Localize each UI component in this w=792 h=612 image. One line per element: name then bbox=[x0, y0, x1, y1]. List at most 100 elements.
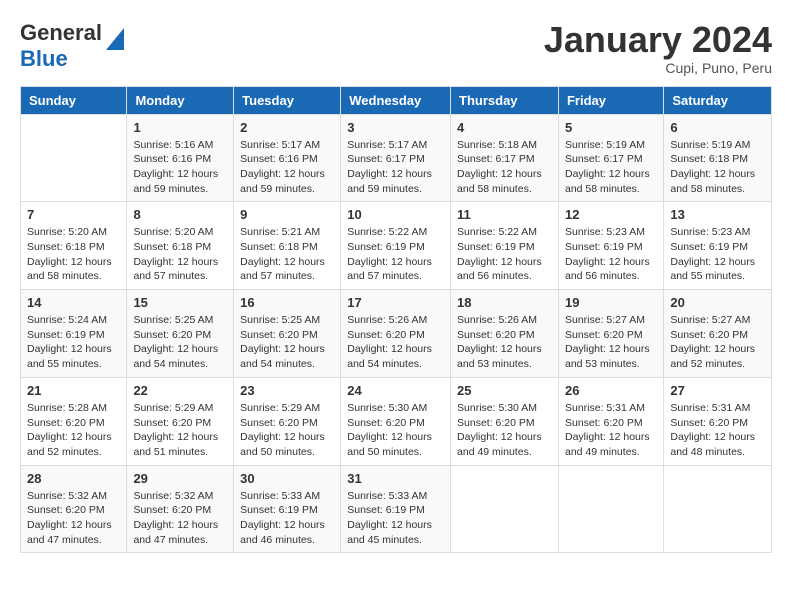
day-info: Sunrise: 5:24 AMSunset: 6:19 PMDaylight:… bbox=[27, 314, 112, 370]
day-info: Sunrise: 5:33 AMSunset: 6:19 PMDaylight:… bbox=[240, 490, 325, 546]
day-number: 7 bbox=[27, 207, 120, 222]
day-number: 19 bbox=[565, 295, 657, 310]
header-day-sunday: Sunday bbox=[21, 86, 127, 114]
calendar-cell: 6 Sunrise: 5:19 AMSunset: 6:18 PMDayligh… bbox=[664, 114, 772, 202]
day-number: 8 bbox=[133, 207, 227, 222]
logo-general: General bbox=[20, 20, 102, 45]
header-day-friday: Friday bbox=[558, 86, 663, 114]
calendar-cell: 22 Sunrise: 5:29 AMSunset: 6:20 PMDaylig… bbox=[127, 377, 234, 465]
day-info: Sunrise: 5:23 AMSunset: 6:19 PMDaylight:… bbox=[670, 226, 755, 282]
day-number: 28 bbox=[27, 471, 120, 486]
calendar-cell: 14 Sunrise: 5:24 AMSunset: 6:19 PMDaylig… bbox=[21, 290, 127, 378]
calendar-cell: 10 Sunrise: 5:22 AMSunset: 6:19 PMDaylig… bbox=[341, 202, 451, 290]
day-info: Sunrise: 5:32 AMSunset: 6:20 PMDaylight:… bbox=[133, 490, 218, 546]
day-info: Sunrise: 5:25 AMSunset: 6:20 PMDaylight:… bbox=[240, 314, 325, 370]
calendar-cell: 2 Sunrise: 5:17 AMSunset: 6:16 PMDayligh… bbox=[234, 114, 341, 202]
calendar-cell: 25 Sunrise: 5:30 AMSunset: 6:20 PMDaylig… bbox=[451, 377, 559, 465]
week-row-2: 7 Sunrise: 5:20 AMSunset: 6:18 PMDayligh… bbox=[21, 202, 772, 290]
day-number: 22 bbox=[133, 383, 227, 398]
calendar-cell: 27 Sunrise: 5:31 AMSunset: 6:20 PMDaylig… bbox=[664, 377, 772, 465]
calendar-cell: 1 Sunrise: 5:16 AMSunset: 6:16 PMDayligh… bbox=[127, 114, 234, 202]
calendar-cell: 9 Sunrise: 5:21 AMSunset: 6:18 PMDayligh… bbox=[234, 202, 341, 290]
day-number: 10 bbox=[347, 207, 444, 222]
calendar-cell: 12 Sunrise: 5:23 AMSunset: 6:19 PMDaylig… bbox=[558, 202, 663, 290]
calendar-cell: 13 Sunrise: 5:23 AMSunset: 6:19 PMDaylig… bbox=[664, 202, 772, 290]
day-number: 26 bbox=[565, 383, 657, 398]
day-number: 4 bbox=[457, 120, 552, 135]
day-info: Sunrise: 5:16 AMSunset: 6:16 PMDaylight:… bbox=[133, 139, 218, 195]
logo-icon bbox=[106, 28, 124, 50]
calendar-cell: 3 Sunrise: 5:17 AMSunset: 6:17 PMDayligh… bbox=[341, 114, 451, 202]
week-row-5: 28 Sunrise: 5:32 AMSunset: 6:20 PMDaylig… bbox=[21, 465, 772, 553]
header-day-wednesday: Wednesday bbox=[341, 86, 451, 114]
calendar-cell: 31 Sunrise: 5:33 AMSunset: 6:19 PMDaylig… bbox=[341, 465, 451, 553]
calendar-cell: 16 Sunrise: 5:25 AMSunset: 6:20 PMDaylig… bbox=[234, 290, 341, 378]
calendar-cell: 7 Sunrise: 5:20 AMSunset: 6:18 PMDayligh… bbox=[21, 202, 127, 290]
title-area: January 2024 Cupi, Puno, Peru bbox=[544, 20, 772, 76]
calendar-cell: 21 Sunrise: 5:28 AMSunset: 6:20 PMDaylig… bbox=[21, 377, 127, 465]
calendar-cell: 28 Sunrise: 5:32 AMSunset: 6:20 PMDaylig… bbox=[21, 465, 127, 553]
day-number: 29 bbox=[133, 471, 227, 486]
day-info: Sunrise: 5:17 AMSunset: 6:16 PMDaylight:… bbox=[240, 139, 325, 195]
day-info: Sunrise: 5:30 AMSunset: 6:20 PMDaylight:… bbox=[457, 402, 542, 458]
calendar-cell bbox=[21, 114, 127, 202]
header-day-monday: Monday bbox=[127, 86, 234, 114]
calendar-cell: 17 Sunrise: 5:26 AMSunset: 6:20 PMDaylig… bbox=[341, 290, 451, 378]
calendar-cell: 11 Sunrise: 5:22 AMSunset: 6:19 PMDaylig… bbox=[451, 202, 559, 290]
header-day-tuesday: Tuesday bbox=[234, 86, 341, 114]
day-info: Sunrise: 5:20 AMSunset: 6:18 PMDaylight:… bbox=[27, 226, 112, 282]
day-info: Sunrise: 5:23 AMSunset: 6:19 PMDaylight:… bbox=[565, 226, 650, 282]
location-subtitle: Cupi, Puno, Peru bbox=[544, 60, 772, 76]
calendar-cell: 20 Sunrise: 5:27 AMSunset: 6:20 PMDaylig… bbox=[664, 290, 772, 378]
day-number: 6 bbox=[670, 120, 765, 135]
day-info: Sunrise: 5:22 AMSunset: 6:19 PMDaylight:… bbox=[347, 226, 432, 282]
calendar-table: SundayMondayTuesdayWednesdayThursdayFrid… bbox=[20, 86, 772, 554]
day-number: 1 bbox=[133, 120, 227, 135]
calendar-cell: 8 Sunrise: 5:20 AMSunset: 6:18 PMDayligh… bbox=[127, 202, 234, 290]
day-info: Sunrise: 5:31 AMSunset: 6:20 PMDaylight:… bbox=[670, 402, 755, 458]
day-number: 13 bbox=[670, 207, 765, 222]
day-info: Sunrise: 5:32 AMSunset: 6:20 PMDaylight:… bbox=[27, 490, 112, 546]
day-number: 30 bbox=[240, 471, 334, 486]
calendar-cell: 4 Sunrise: 5:18 AMSunset: 6:17 PMDayligh… bbox=[451, 114, 559, 202]
day-info: Sunrise: 5:33 AMSunset: 6:19 PMDaylight:… bbox=[347, 490, 432, 546]
day-number: 17 bbox=[347, 295, 444, 310]
calendar-cell bbox=[451, 465, 559, 553]
calendar-cell bbox=[664, 465, 772, 553]
day-info: Sunrise: 5:27 AMSunset: 6:20 PMDaylight:… bbox=[565, 314, 650, 370]
day-number: 20 bbox=[670, 295, 765, 310]
calendar-cell bbox=[558, 465, 663, 553]
day-info: Sunrise: 5:25 AMSunset: 6:20 PMDaylight:… bbox=[133, 314, 218, 370]
calendar-cell: 26 Sunrise: 5:31 AMSunset: 6:20 PMDaylig… bbox=[558, 377, 663, 465]
header-day-thursday: Thursday bbox=[451, 86, 559, 114]
day-number: 27 bbox=[670, 383, 765, 398]
day-number: 14 bbox=[27, 295, 120, 310]
day-number: 2 bbox=[240, 120, 334, 135]
day-number: 21 bbox=[27, 383, 120, 398]
day-number: 25 bbox=[457, 383, 552, 398]
day-number: 15 bbox=[133, 295, 227, 310]
logo-blue: Blue bbox=[20, 46, 68, 71]
calendar-cell: 15 Sunrise: 5:25 AMSunset: 6:20 PMDaylig… bbox=[127, 290, 234, 378]
day-info: Sunrise: 5:27 AMSunset: 6:20 PMDaylight:… bbox=[670, 314, 755, 370]
day-info: Sunrise: 5:19 AMSunset: 6:18 PMDaylight:… bbox=[670, 139, 755, 195]
day-info: Sunrise: 5:29 AMSunset: 6:20 PMDaylight:… bbox=[133, 402, 218, 458]
calendar-cell: 29 Sunrise: 5:32 AMSunset: 6:20 PMDaylig… bbox=[127, 465, 234, 553]
day-info: Sunrise: 5:18 AMSunset: 6:17 PMDaylight:… bbox=[457, 139, 542, 195]
header-day-saturday: Saturday bbox=[664, 86, 772, 114]
day-number: 16 bbox=[240, 295, 334, 310]
day-number: 3 bbox=[347, 120, 444, 135]
page-header: General Blue January 2024 Cupi, Puno, Pe… bbox=[20, 20, 772, 76]
day-number: 23 bbox=[240, 383, 334, 398]
day-info: Sunrise: 5:26 AMSunset: 6:20 PMDaylight:… bbox=[347, 314, 432, 370]
week-row-3: 14 Sunrise: 5:24 AMSunset: 6:19 PMDaylig… bbox=[21, 290, 772, 378]
day-number: 18 bbox=[457, 295, 552, 310]
day-number: 11 bbox=[457, 207, 552, 222]
day-number: 24 bbox=[347, 383, 444, 398]
logo-text: General Blue bbox=[20, 20, 102, 72]
month-title: January 2024 bbox=[544, 20, 772, 60]
week-row-4: 21 Sunrise: 5:28 AMSunset: 6:20 PMDaylig… bbox=[21, 377, 772, 465]
day-number: 5 bbox=[565, 120, 657, 135]
day-info: Sunrise: 5:30 AMSunset: 6:20 PMDaylight:… bbox=[347, 402, 432, 458]
calendar-cell: 30 Sunrise: 5:33 AMSunset: 6:19 PMDaylig… bbox=[234, 465, 341, 553]
